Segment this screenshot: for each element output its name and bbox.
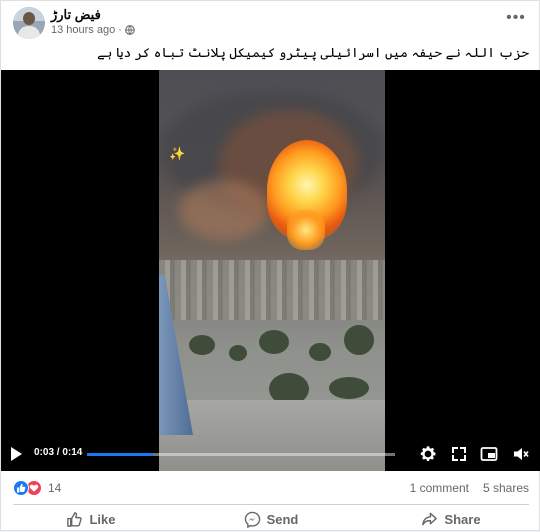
sparkle-icon: ✨ (169, 146, 186, 161)
send-button[interactable]: Send (181, 507, 361, 532)
share-count[interactable]: 5 shares (483, 481, 529, 495)
action-bar: Like Send Share (1, 507, 540, 532)
like-button[interactable]: Like (1, 507, 181, 532)
avatar[interactable] (13, 7, 45, 39)
like-icon (67, 512, 83, 527)
video-player[interactable]: ✨ 0:03 / 0:14 (1, 70, 540, 471)
share-icon (422, 512, 438, 526)
volume-icon[interactable] (511, 444, 531, 464)
author-name[interactable]: فیض تارڑ (51, 7, 101, 23)
globe-icon (125, 25, 135, 35)
video-time: 0:03 / 0:14 (34, 447, 83, 458)
play-icon[interactable] (11, 447, 22, 461)
engagement-stats: 1 comment 5 shares (410, 481, 529, 495)
progress-fill (87, 453, 153, 456)
post-card: فیض تارڑ 13 hours ago · ••• حزب اللہ نے … (0, 0, 540, 531)
reactions-summary[interactable]: 14 (13, 478, 61, 498)
progress-bar[interactable] (87, 453, 395, 456)
pip-icon[interactable] (479, 444, 499, 464)
post-timestamp[interactable]: 13 hours ago (51, 24, 115, 36)
video-controls: 0:03 / 0:14 (1, 438, 540, 471)
share-label: Share (444, 512, 481, 527)
meta-separator: · (118, 24, 122, 36)
like-label: Like (89, 512, 116, 527)
post-meta: 13 hours ago · (51, 24, 135, 36)
like-reaction-icon (13, 480, 29, 496)
comment-count[interactable]: 1 comment (410, 481, 469, 495)
fullscreen-icon[interactable] (449, 444, 469, 464)
send-label: Send (266, 512, 299, 527)
city-skyline (159, 260, 385, 320)
share-button[interactable]: Share (361, 507, 540, 532)
reaction-count[interactable]: 14 (48, 481, 61, 495)
settings-icon[interactable] (418, 444, 438, 464)
video-frame: ✨ (159, 70, 385, 471)
messenger-icon (244, 511, 260, 528)
divider (13, 504, 529, 505)
more-icon[interactable]: ••• (505, 10, 527, 27)
post-caption: حزب اللہ نے حیفہ میں اسرائیلی پیٹرو کیمی… (97, 45, 529, 60)
post-header: فیض تارڑ 13 hours ago · ••• (1, 1, 540, 47)
